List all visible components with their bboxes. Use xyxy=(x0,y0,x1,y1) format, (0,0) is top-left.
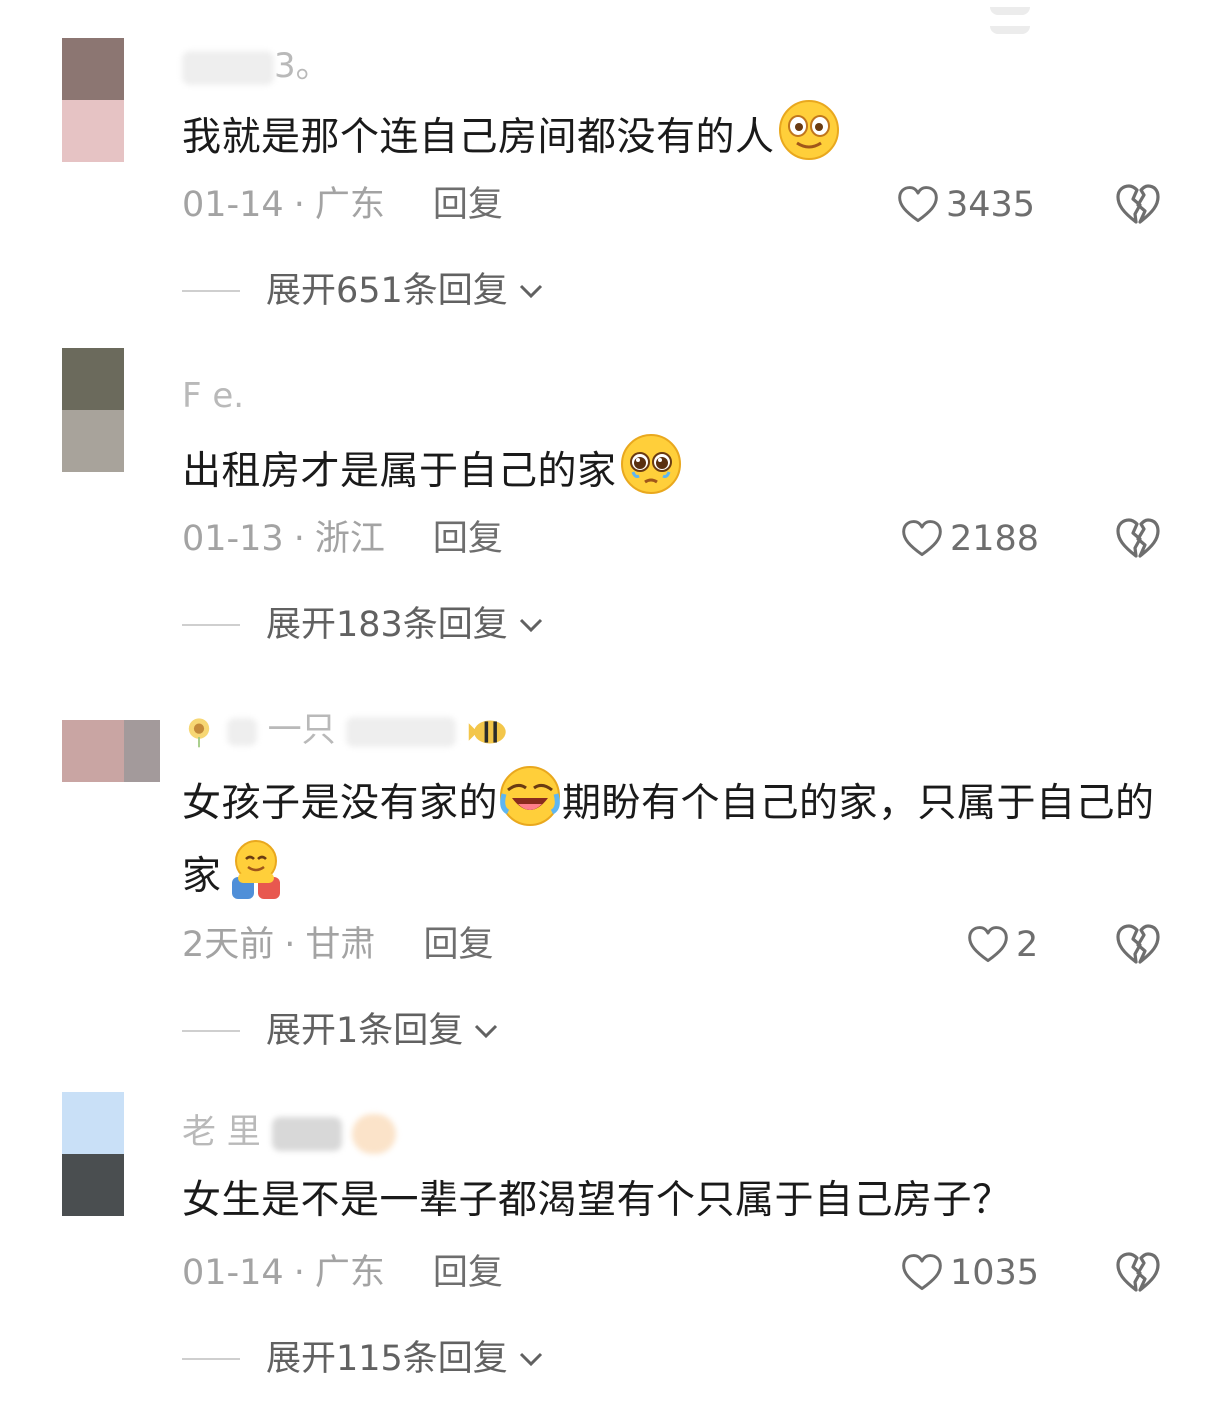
like-button[interactable]: 2 xyxy=(966,922,1038,968)
comment-location: 广东 xyxy=(314,1253,385,1293)
expand-replies-button[interactable]: 展开183条回复 xyxy=(182,602,546,648)
like-count: 3435 xyxy=(946,185,1036,225)
comment-username[interactable]: F e. xyxy=(182,376,244,416)
reply-button[interactable]: 回复 xyxy=(423,925,493,965)
avatar[interactable] xyxy=(62,1092,124,1216)
comment-meta: 2天前 · 甘肃 回复 xyxy=(182,925,494,965)
comment-text: 女生是不是一辈子都渴望有个只属于自己房子？ xyxy=(182,1178,1012,1223)
comment-date: 01-14 xyxy=(182,185,284,225)
broken-heart-icon[interactable] xyxy=(1114,181,1162,229)
hug-emoji xyxy=(231,840,280,899)
comment-meta: 01-13 · 浙江 回复 xyxy=(182,519,503,559)
chevron-down-icon xyxy=(519,618,542,633)
like-count: 2188 xyxy=(950,519,1040,559)
sunflower-icon xyxy=(188,717,210,747)
heart-outline-icon xyxy=(968,926,1008,963)
avatar[interactable] xyxy=(62,348,124,472)
expand-replies-button[interactable]: 展开651条回复 xyxy=(182,268,546,314)
comment-date: 2天前 xyxy=(182,925,275,965)
chevron-down-icon xyxy=(519,284,542,299)
like-button[interactable]: 1035 xyxy=(900,1250,1039,1296)
comment-text: 我就是那个连自己房间都没有的人 xyxy=(182,98,1162,171)
heart-outline-icon xyxy=(902,520,942,557)
comment-meta: 01-14 · 广东 回复 xyxy=(182,1253,503,1293)
broken-heart-icon[interactable] xyxy=(1114,1249,1162,1297)
avatar[interactable] xyxy=(62,720,162,782)
expand-replies-button[interactable]: 展开1条回复 xyxy=(182,1008,501,1054)
broken-heart-icon[interactable] xyxy=(1114,515,1162,563)
comment-username[interactable]: 一只 xyxy=(182,710,511,750)
divider-dash xyxy=(182,1358,240,1360)
comment-username[interactable]: 3。 xyxy=(182,46,330,86)
comment-location: 甘肃 xyxy=(305,925,376,965)
comment-location: 广东 xyxy=(314,185,385,225)
divider-dash xyxy=(182,1030,240,1032)
comment-meta: 01-14 · 广东 回复 xyxy=(182,185,503,225)
like-count: 2 xyxy=(1016,925,1039,965)
comment-text: 出租房才是属于自己的家 xyxy=(182,432,1162,505)
reply-button[interactable]: 回复 xyxy=(433,1253,503,1293)
heart-outline-icon xyxy=(902,1254,942,1291)
divider-dash xyxy=(182,624,240,626)
chevron-down-icon xyxy=(519,1352,542,1367)
smiling-face-emoji xyxy=(778,100,839,160)
like-count: 1035 xyxy=(950,1253,1040,1293)
avatar[interactable] xyxy=(62,38,124,162)
comment-text: 女孩子是没有家的 期盼有个自己的家，只属于自己的家 xyxy=(182,764,1162,910)
top-edge-fade xyxy=(990,0,1170,34)
pleading-face-emoji xyxy=(620,434,681,494)
comment-username[interactable]: 老 里 xyxy=(182,1112,397,1154)
reply-button[interactable]: 回复 xyxy=(433,185,503,225)
chevron-down-icon xyxy=(475,1024,498,1039)
divider-dash xyxy=(182,290,240,292)
fish-icon xyxy=(469,720,506,743)
comment-location: 浙江 xyxy=(314,519,385,559)
heart-outline-icon xyxy=(898,186,938,223)
broken-heart-icon[interactable] xyxy=(1114,921,1162,969)
comment-date: 01-13 xyxy=(182,519,284,559)
rolling-laughing-emoji xyxy=(500,766,561,826)
expand-replies-button[interactable]: 展开115条回复 xyxy=(182,1336,546,1382)
like-button[interactable]: 2188 xyxy=(900,516,1039,562)
like-button[interactable]: 3435 xyxy=(896,182,1035,228)
comment-date: 01-14 xyxy=(182,1253,284,1293)
reply-button[interactable]: 回复 xyxy=(433,519,503,559)
